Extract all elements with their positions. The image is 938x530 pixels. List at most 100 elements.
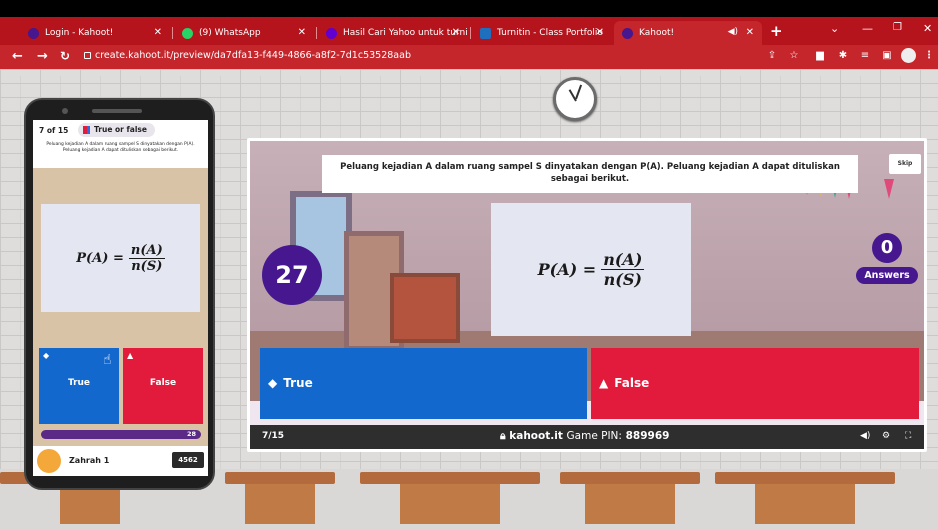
skip-button[interactable]: Skip (889, 154, 921, 174)
formula-lhs: P(A) = (76, 250, 124, 266)
desk-panel (245, 484, 315, 524)
tab-turnitin[interactable]: Turnitin - Class Portfolio ✕ (472, 21, 612, 45)
diamond-icon: ◆ (268, 376, 278, 390)
desk (715, 472, 895, 484)
tab-yahoo[interactable]: Hasil Cari Yahoo untuk turnit ✕ (318, 21, 468, 45)
reload-icon[interactable]: ↻ (60, 49, 70, 63)
player-avatar (37, 449, 61, 473)
url-field[interactable]: create.kahoot.it/preview/da7dfa13-f449-4… (95, 50, 411, 61)
screen: Login - Kahoot! ✕ (9) WhatsApp ✕ Hasil C… (0, 0, 938, 530)
timer-progress-bar: 28 (41, 430, 201, 439)
close-icon[interactable]: ✕ (452, 27, 460, 38)
desk-panel (585, 484, 675, 524)
player-score: 4562 (172, 452, 204, 468)
triangle-icon: ▲ (599, 376, 609, 390)
restore-icon[interactable]: ❐ (893, 22, 902, 33)
kahoot-favicon-icon (28, 27, 39, 39)
yahoo-favicon-icon (326, 27, 337, 39)
close-icon[interactable]: ✕ (298, 27, 306, 38)
close-icon[interactable]: ✕ (154, 27, 162, 38)
pin-label: Game PIN: (566, 430, 622, 442)
formula: P(A) = n(A) n(S) (76, 242, 165, 274)
answer-label: False (614, 376, 650, 390)
extension-doc-icon[interactable]: ▆ (815, 51, 825, 61)
phone-question-text: Peluang kejadian A dalam ruang sampel S … (46, 142, 195, 153)
close-window-icon[interactable]: ✕ (923, 22, 932, 35)
top-band (0, 0, 938, 17)
answer-false-button[interactable]: ▲ False (591, 348, 919, 419)
side-panel-icon[interactable]: ▣ (882, 51, 892, 61)
phone-question-image: P(A) = n(A) n(S) (41, 204, 200, 312)
pin-value: 889969 (625, 430, 670, 442)
extensions-puzzle-icon[interactable]: ✱ (838, 51, 848, 61)
answer-label: True (67, 378, 91, 388)
close-icon[interactable]: ✕ (596, 27, 604, 38)
bookmark-star-icon[interactable]: ☆ (789, 51, 799, 61)
game-pin-info: 🔒︎ kahoot.it Game PIN: 889969 (500, 430, 669, 443)
phone-answer-false[interactable]: ▲ False (123, 348, 203, 424)
tab-divider (316, 27, 317, 39)
answers-label: Answers (856, 267, 918, 284)
desk-panel (400, 484, 500, 524)
kahoot-favicon-icon (622, 27, 633, 39)
desk (360, 472, 540, 484)
tab-login-kahoot[interactable]: Login - Kahoot! ✕ (20, 21, 170, 45)
whatsapp-favicon-icon (182, 27, 193, 39)
tab-label: Kahoot! (639, 28, 675, 38)
profile-avatar[interactable] (901, 48, 916, 63)
phone-screen: 7 of 15 True or false Peluang kejadian A… (33, 120, 208, 476)
question-type-label: True or false (94, 125, 147, 134)
answer-true-button[interactable]: ◆ True (260, 348, 587, 419)
site-name: kahoot.it (509, 430, 563, 442)
tab-whatsapp[interactable]: (9) WhatsApp ✕ (174, 21, 314, 45)
phone-speaker (92, 109, 142, 113)
phone-footer: Zahrah 1 4562 (33, 446, 208, 476)
question-progress: 7/15 (262, 431, 285, 441)
diamond-icon: ◆ (43, 351, 50, 360)
speaker-icon[interactable]: ◀) (728, 27, 738, 37)
reading-list-icon[interactable]: ≡ (860, 51, 870, 61)
fullscreen-icon[interactable]: ⛶ (905, 431, 911, 441)
countdown-timer: 27 (262, 245, 322, 305)
back-icon[interactable]: ← (12, 49, 23, 64)
answer-row: ▲ False (599, 376, 649, 390)
phone-preview: 7 of 15 True or false Peluang kejadian A… (24, 98, 215, 490)
tab-label: Login - Kahoot! (45, 28, 114, 38)
volume-icon[interactable]: ◀) (860, 431, 870, 441)
question-image: P(A) = n(A) n(S) (491, 203, 691, 336)
hand-cursor-icon: ☝ (103, 352, 112, 368)
tab-label: (9) WhatsApp (199, 28, 261, 38)
forward-icon[interactable]: → (37, 49, 48, 64)
background-noticeboard (390, 273, 460, 343)
menu-kebab-icon[interactable]: ⋮ (924, 51, 934, 61)
close-icon[interactable]: ✕ (746, 27, 754, 38)
tab-kahoot-active[interactable]: Kahoot! ◀) ✕ (614, 21, 762, 45)
formula: P(A) = n(A) n(S) (538, 250, 645, 289)
formula-numerator: n(A) (601, 250, 645, 270)
game-footer: 7/15 🔒︎ kahoot.it Game PIN: 889969 ◀) ⚙ … (250, 425, 924, 449)
minimize-icon[interactable]: — (862, 22, 873, 35)
tab-label: Turnitin - Class Portfolio (497, 28, 603, 38)
tab-label: Hasil Cari Yahoo untuk turnit (343, 28, 468, 38)
formula-fraction: n(A) n(S) (601, 250, 645, 289)
question-counter: 7 of 15 (39, 126, 69, 135)
lock-icon: 🔒︎ (500, 430, 506, 442)
answer-label: True (283, 376, 313, 390)
turnitin-favicon-icon (480, 27, 491, 39)
settings-gear-icon[interactable]: ⚙ (882, 431, 890, 441)
share-icon[interactable]: ⇪ (767, 51, 777, 61)
answer-label: False (149, 378, 177, 388)
answer-row: ◆ True (268, 376, 313, 390)
new-tab-button[interactable]: + (770, 22, 783, 40)
lock-icon (84, 52, 91, 59)
browser-tab-bar: Login - Kahoot! ✕ (9) WhatsApp ✕ Hasil C… (0, 17, 938, 45)
tab-divider (470, 27, 471, 39)
question-type-badge: True or false (78, 123, 155, 137)
formula-lhs: P(A) = (537, 260, 597, 279)
desk-panel (755, 484, 855, 524)
formula-denominator: n(S) (603, 270, 642, 289)
tab-divider (172, 27, 173, 39)
question-title: Peluang kejadian A dalam ruang sampel S … (322, 155, 858, 193)
formula-numerator: n(A) (128, 242, 165, 259)
tab-search-icon[interactable]: ⌄ (830, 22, 839, 35)
